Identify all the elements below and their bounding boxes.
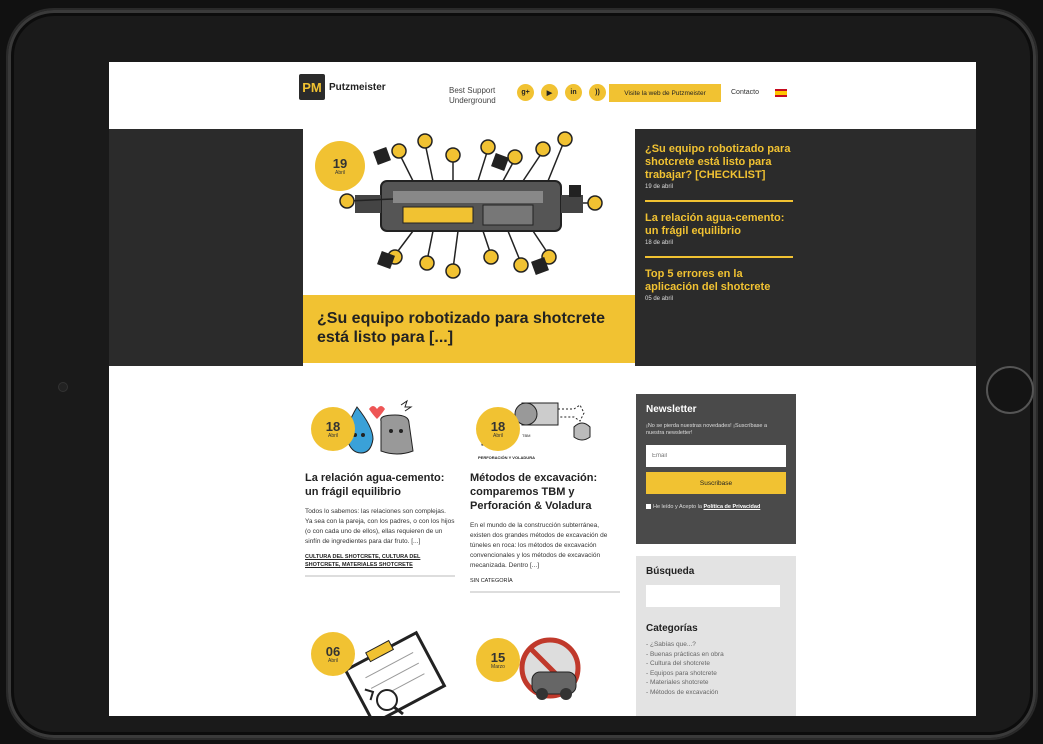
category-link[interactable]: - Cultura del shotcrete	[646, 659, 786, 669]
side-post-title[interactable]: ¿Su equipo robotizado para shotcrete est…	[645, 143, 793, 182]
post-card[interactable]: 15 Marzo	[470, 628, 620, 700]
side-post-date: 19 de abril	[645, 184, 674, 190]
hero-date-badge: 19 Abril	[315, 141, 365, 191]
post-day: 15	[490, 649, 506, 665]
category-link[interactable]: - Métodos de excavación	[646, 688, 786, 698]
post-title[interactable]: Métodos de excavación: comparemos TBM y …	[470, 471, 620, 513]
post-illustration: TBM PERFORACIÓN Y VOLADURA 18 Abril	[470, 397, 620, 465]
hero-side-list: ¿Su equipo robotizado para shotcrete est…	[645, 143, 793, 322]
brand-logo[interactable]: PM Putzmeister	[299, 62, 399, 112]
camera-icon	[58, 382, 68, 392]
youtube-icon[interactable]: ▶	[541, 84, 558, 101]
visit-putzmeister-button[interactable]: Visite la web de Putzmeister	[609, 84, 721, 102]
categories-title: Categorías	[646, 623, 698, 634]
post-month: Abril	[327, 432, 338, 439]
screen: PM Putzmeister Best Support Underground …	[109, 62, 976, 716]
post-card[interactable]: TBM PERFORACIÓN Y VOLADURA 18 Abril Méto…	[470, 397, 620, 593]
post-date-badge: 18 Abril	[476, 407, 520, 451]
newsletter-widget: Newsletter ¡No se pierda nuestras noveda…	[636, 394, 796, 544]
side-post[interactable]: Top 5 errores en la aplicación del shotc…	[645, 268, 793, 312]
side-post-title[interactable]: Top 5 errores en la aplicación del shotc…	[645, 268, 793, 294]
tagline-line-1: Best Support	[449, 86, 496, 95]
side-post-date: 18 de abril	[645, 240, 674, 246]
spain-flag-icon[interactable]	[775, 89, 787, 97]
post-tags[interactable]: SIN CATEGORÍA	[470, 577, 620, 585]
post-date-badge: 06 Abril	[311, 632, 355, 676]
logo-mark-icon: PM	[299, 74, 325, 100]
search-title: Búsqueda	[646, 566, 695, 577]
post-month: Abril	[492, 432, 503, 439]
hero-month: Abril	[334, 169, 345, 176]
post-illustration: 15 Marzo	[470, 628, 620, 700]
side-post-date: 05 de abril	[645, 296, 674, 302]
side-post[interactable]: La relación agua-cemento: un frágil equi…	[645, 212, 793, 258]
post-day: 06	[325, 643, 341, 659]
linkedin-icon[interactable]: in	[565, 84, 582, 101]
post-card[interactable]: 06 Abril	[305, 628, 455, 716]
post-day: 18	[490, 418, 506, 434]
category-link[interactable]: - Materiales shotcrete	[646, 678, 786, 688]
subscribe-button[interactable]: Suscribase	[646, 472, 786, 494]
hero-day: 19	[332, 155, 348, 171]
privacy-checkbox[interactable]	[646, 504, 651, 510]
post-illustration: 18 Abril	[305, 397, 455, 465]
privacy-policy-link[interactable]: Política de Privacidad	[703, 504, 760, 510]
hero-caption[interactable]: ¿Su equipo robotizado para shotcrete est…	[303, 295, 635, 363]
post-title[interactable]: La relación agua-cemento: un frágil equi…	[305, 471, 455, 499]
post-excerpt: En el mundo de la construcción subterrán…	[470, 522, 608, 569]
site-header: PM Putzmeister Best Support Underground …	[109, 62, 976, 129]
hero-band: 19 Abril ¿Su equipo robotizado para shot…	[109, 129, 976, 366]
post-tags[interactable]: CULTURA DEL SHOTCRETE, CULTURA DEL SHOTC…	[305, 553, 455, 569]
post-month: Marzo	[491, 663, 505, 670]
divider	[470, 591, 620, 593]
side-post-title[interactable]: La relación agua-cemento: un frágil equi…	[645, 212, 793, 238]
post-date-badge: 15 Marzo	[476, 638, 520, 682]
post-card[interactable]: 18 Abril La relación agua-cemento: un fr…	[305, 397, 455, 577]
newsletter-text: ¡No se pierda nuestras novedades! ¡Suscr…	[646, 423, 768, 436]
brand-name: Putzmeister	[329, 81, 386, 93]
hero-caption-title: ¿Su equipo robotizado para shotcrete est…	[317, 310, 606, 346]
tagline: Best Support Underground	[449, 86, 496, 106]
hero-featured-post[interactable]: 19 Abril ¿Su equipo robotizado para shot…	[303, 129, 635, 366]
tagline-line-2: Underground	[449, 96, 496, 105]
post-illustration: 06 Abril	[305, 628, 455, 716]
search-input[interactable]	[646, 585, 780, 607]
side-post[interactable]: ¿Su equipo robotizado para shotcrete est…	[645, 143, 793, 202]
category-link[interactable]: - Buenas prácticas en obra	[646, 650, 786, 660]
tablet-frame: PM Putzmeister Best Support Underground …	[8, 10, 1036, 738]
post-day: 18	[325, 418, 341, 434]
rss-icon[interactable]: ))	[589, 84, 606, 101]
divider	[305, 575, 455, 577]
category-link[interactable]: - Equipos para shotcrete	[646, 669, 786, 679]
post-excerpt: Todos lo sabemos: las relaciones son com…	[305, 508, 455, 545]
contact-link[interactable]: Contacto	[731, 89, 759, 96]
perforacion-label: PERFORACIÓN Y VOLADURA	[478, 455, 535, 460]
search-widget: Búsqueda Categorías - ¿Sabías que...? - …	[636, 556, 796, 716]
tbm-label: TBM	[522, 433, 530, 438]
privacy-consent-label: He leído y Acepto la	[653, 504, 702, 510]
home-button[interactable]	[986, 366, 1034, 414]
post-date-badge: 18 Abril	[311, 407, 355, 451]
newsletter-title: Newsletter	[646, 404, 697, 415]
category-link[interactable]: - ¿Sabías que...?	[646, 640, 786, 650]
post-month: Abril	[327, 657, 338, 664]
privacy-consent[interactable]: He leído y Acepto la Política de Privaci…	[646, 504, 786, 511]
social-links: g+ ▶ in ))	[517, 84, 606, 101]
email-field[interactable]	[646, 445, 786, 467]
google-plus-icon[interactable]: g+	[517, 84, 534, 101]
categories-list: - ¿Sabías que...? - Buenas prácticas en …	[646, 640, 786, 697]
